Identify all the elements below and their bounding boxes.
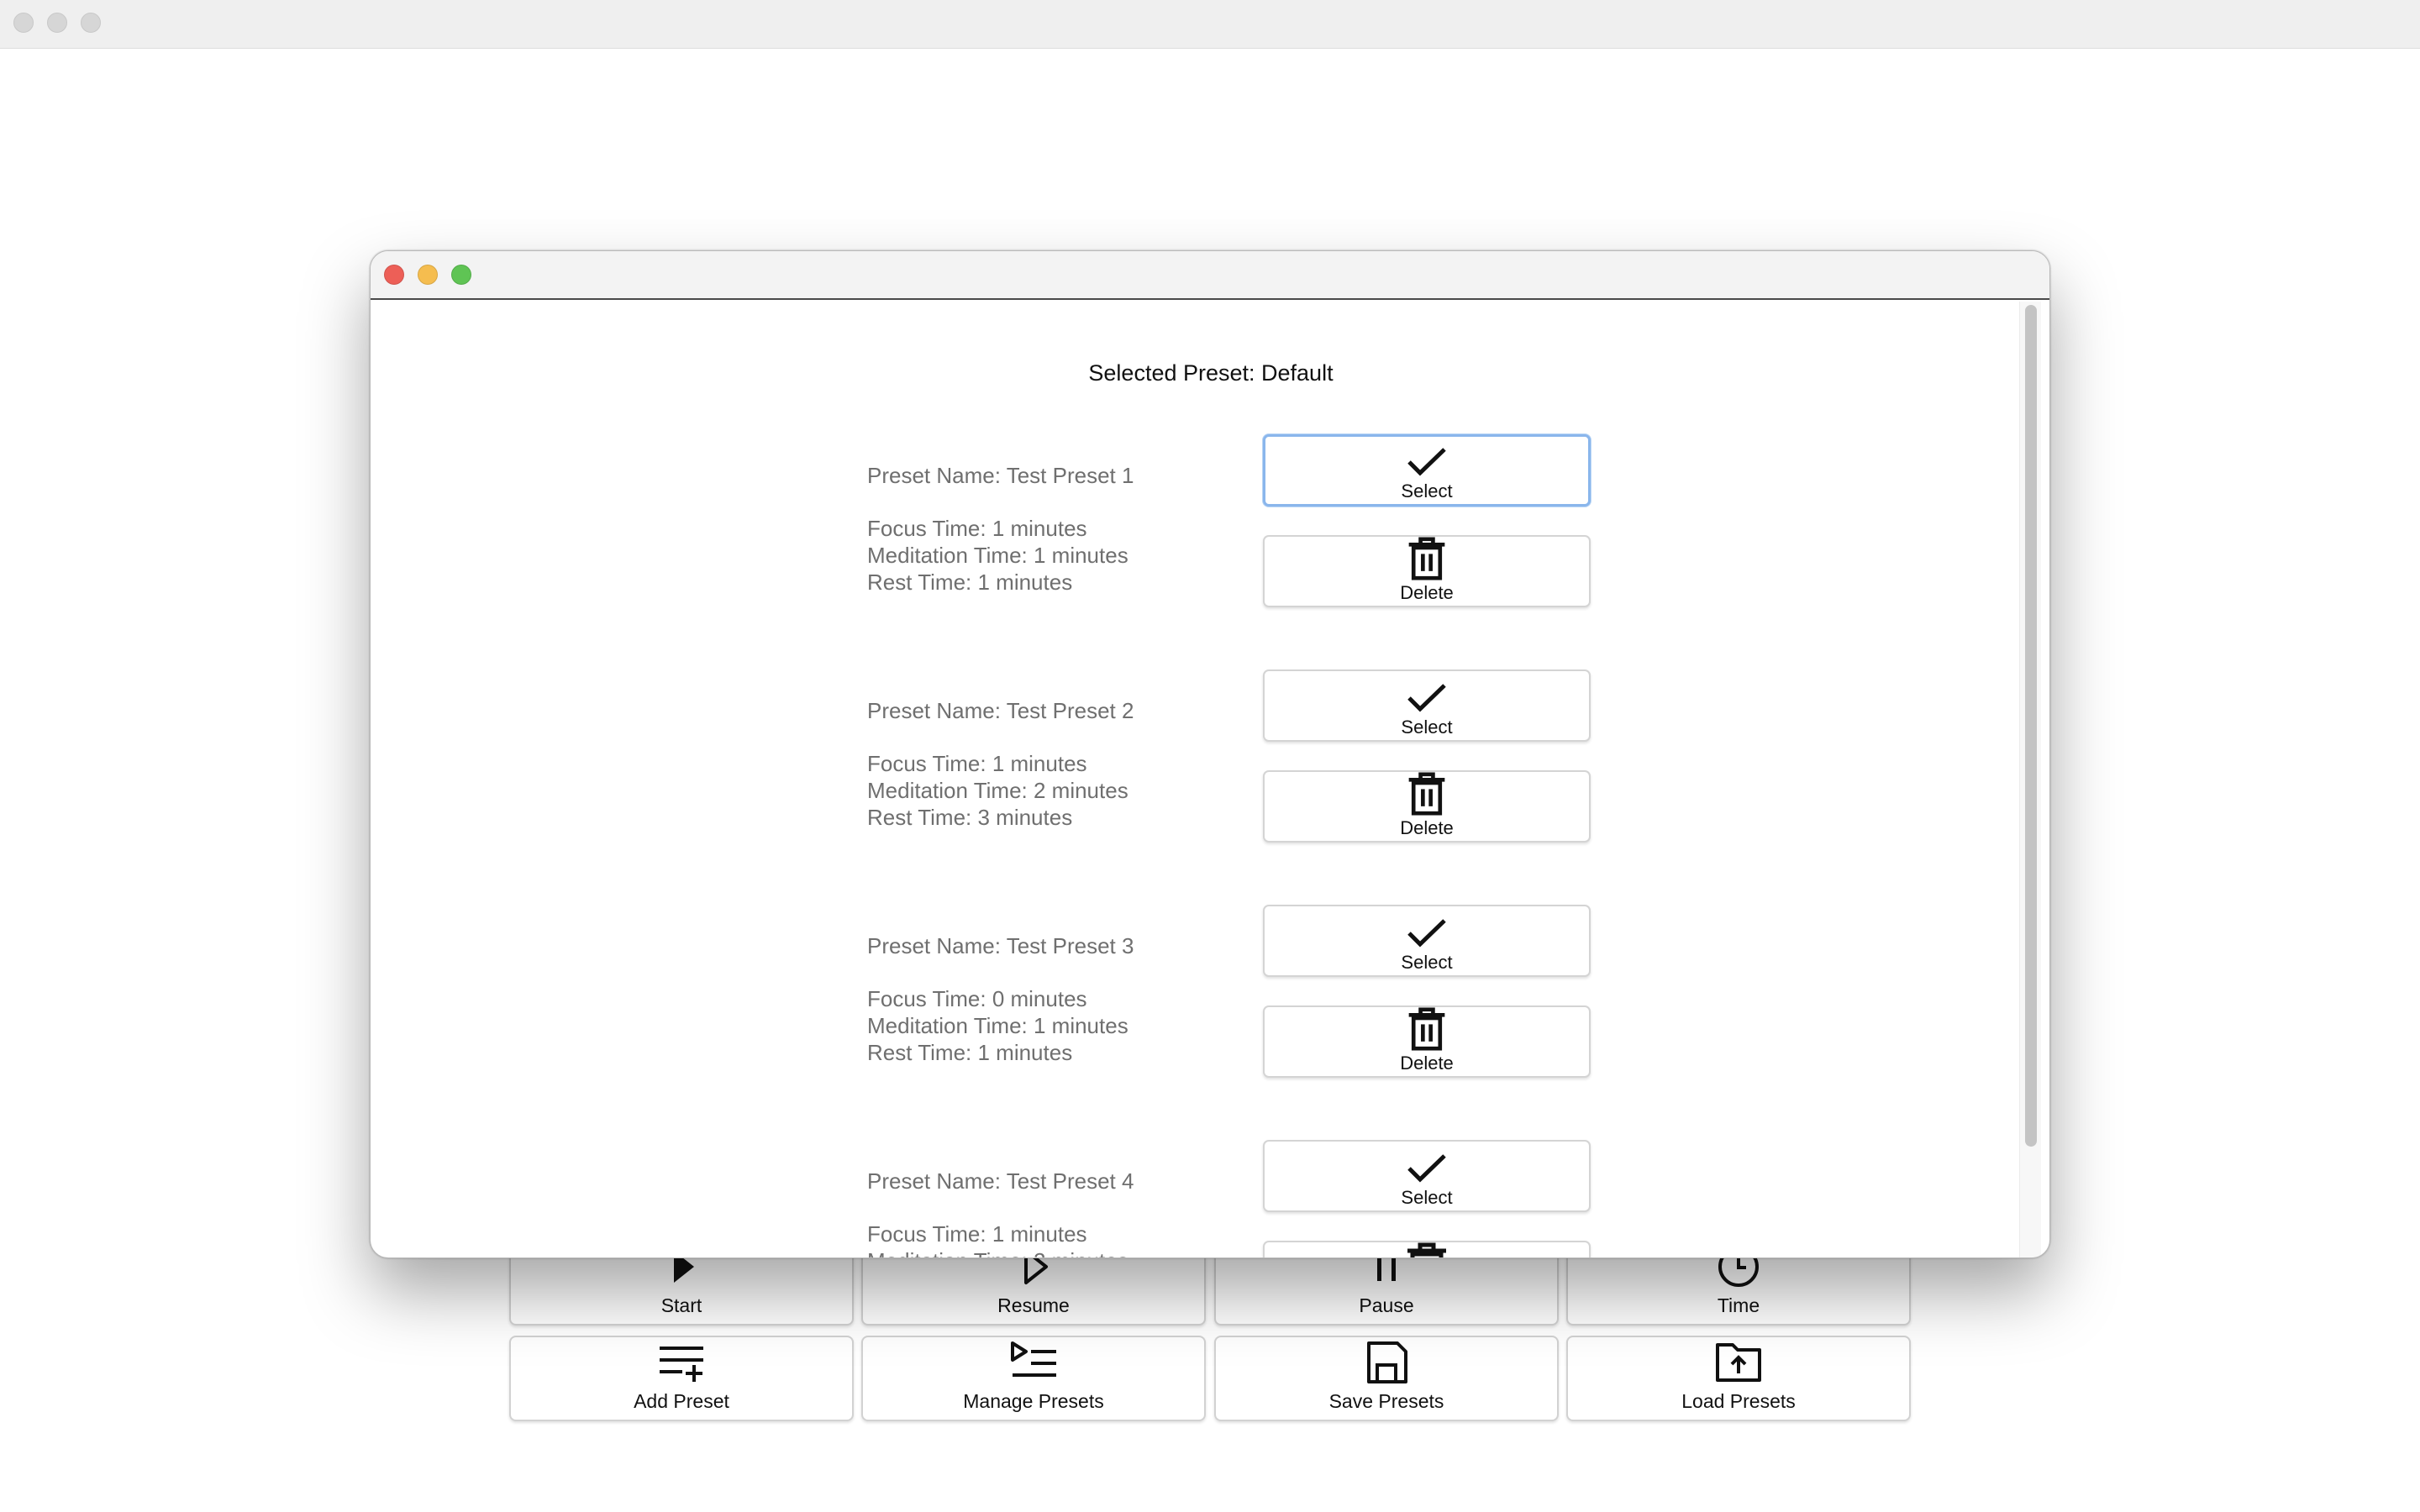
main-minimize-button[interactable] bbox=[47, 13, 67, 33]
select-preset-button[interactable]: Select bbox=[1263, 669, 1591, 742]
preset-name: Preset Name: Test Preset 3 bbox=[867, 933, 1134, 958]
trash-icon bbox=[1408, 537, 1445, 580]
meditation-time: Meditation Time: 1 minutes bbox=[867, 543, 1128, 568]
playlist-add-icon bbox=[660, 1347, 703, 1382]
select-label: Select bbox=[1401, 1187, 1453, 1208]
rest-time: Rest Time: 3 minutes bbox=[867, 805, 1073, 830]
preset-name: Preset Name: Test Preset 4 bbox=[867, 1168, 1134, 1194]
dialog-close-button[interactable] bbox=[384, 265, 404, 285]
select-label: Select bbox=[1401, 717, 1453, 738]
focus-time: Focus Time: 1 minutes bbox=[867, 751, 1087, 776]
meditation-time: Meditation Time: 1 minutes bbox=[867, 1013, 1128, 1038]
preset-name: Preset Name: Test Preset 1 bbox=[867, 463, 1134, 488]
focus-time: Focus Time: 1 minutes bbox=[867, 1221, 1087, 1247]
dialog-titlebar bbox=[371, 251, 2049, 300]
trash-icon bbox=[1408, 772, 1445, 816]
select-preset-button[interactable]: Select bbox=[1263, 1140, 1591, 1212]
rest-time: Rest Time: 1 minutes bbox=[867, 570, 1073, 595]
dialog-zoom-button[interactable] bbox=[451, 265, 471, 285]
time-label: Time bbox=[1717, 1294, 1760, 1316]
checkmark-icon bbox=[1407, 684, 1446, 712]
delete-preset-button[interactable]: Delete bbox=[1263, 1005, 1591, 1078]
manage-presets-dialog: Selected Preset: Default Preset Name: Te… bbox=[370, 250, 2050, 1258]
add-preset-label: Add Preset bbox=[634, 1390, 729, 1412]
save-presets-label: Save Presets bbox=[1328, 1390, 1444, 1412]
trash-icon bbox=[1408, 1007, 1445, 1051]
manage-presets-label: Manage Presets bbox=[963, 1390, 1104, 1412]
dialog-minimize-button[interactable] bbox=[418, 265, 438, 285]
load-presets-button[interactable]: Load Presets bbox=[1566, 1336, 1911, 1421]
trash-icon bbox=[1407, 1242, 1446, 1257]
delete-preset-button[interactable]: Delete bbox=[1263, 535, 1591, 607]
checkmark-icon bbox=[1407, 448, 1446, 476]
start-label: Start bbox=[660, 1294, 702, 1316]
main-window-titlebar bbox=[0, 0, 2420, 49]
rest-time: Rest Time: 1 minutes bbox=[867, 1040, 1073, 1065]
vertical-scrollbar-thumb[interactable] bbox=[2025, 305, 2037, 1147]
main-close-button[interactable] bbox=[13, 13, 34, 33]
select-label: Select bbox=[1401, 952, 1453, 973]
main-zoom-button[interactable] bbox=[81, 13, 101, 33]
select-preset-button[interactable]: Select bbox=[1263, 905, 1591, 977]
meditation-time: Meditation Time: 2 minutes bbox=[867, 1247, 1128, 1257]
resume-label: Resume bbox=[997, 1294, 1070, 1316]
checkmark-icon bbox=[1407, 919, 1446, 948]
delete-label: Delete bbox=[1400, 817, 1454, 838]
selected-preset-label: Selected Preset: Default bbox=[1088, 360, 1334, 386]
preset-details: Focus Time: 1 minutes Meditation Time: 2… bbox=[867, 750, 1128, 831]
presets-scroll-area[interactable]: Selected Preset: Default Preset Name: Te… bbox=[371, 302, 2049, 1257]
playlist-play-icon bbox=[1011, 1341, 1056, 1377]
load-presets-label: Load Presets bbox=[1681, 1390, 1796, 1412]
preset-details: Focus Time: 1 minutes Meditation Time: 2… bbox=[867, 1221, 1128, 1257]
meditation-time: Meditation Time: 2 minutes bbox=[867, 778, 1128, 803]
delete-label: Delete bbox=[1400, 582, 1454, 603]
focus-time: Focus Time: 1 minutes bbox=[867, 516, 1087, 541]
checkmark-icon bbox=[1407, 1154, 1446, 1183]
folder-upload-icon bbox=[1716, 1343, 1761, 1382]
delete-preset-button[interactable] bbox=[1263, 1241, 1591, 1257]
floppy-disk-icon bbox=[1367, 1341, 1407, 1383]
delete-label: Delete bbox=[1400, 1053, 1454, 1074]
pause-label: Pause bbox=[1359, 1294, 1414, 1316]
preset-details: Focus Time: 1 minutes Meditation Time: 1… bbox=[867, 515, 1128, 596]
select-label: Select bbox=[1401, 480, 1453, 501]
select-preset-button[interactable]: Select bbox=[1263, 434, 1591, 507]
save-presets-button[interactable]: Save Presets bbox=[1214, 1336, 1559, 1421]
manage-presets-button[interactable]: Manage Presets bbox=[861, 1336, 1206, 1421]
focus-time: Focus Time: 0 minutes bbox=[867, 986, 1087, 1011]
preset-details: Focus Time: 0 minutes Meditation Time: 1… bbox=[867, 985, 1128, 1066]
add-preset-button[interactable]: Add Preset bbox=[509, 1336, 854, 1421]
preset-name: Preset Name: Test Preset 2 bbox=[867, 698, 1134, 723]
delete-preset-button[interactable]: Delete bbox=[1263, 770, 1591, 843]
